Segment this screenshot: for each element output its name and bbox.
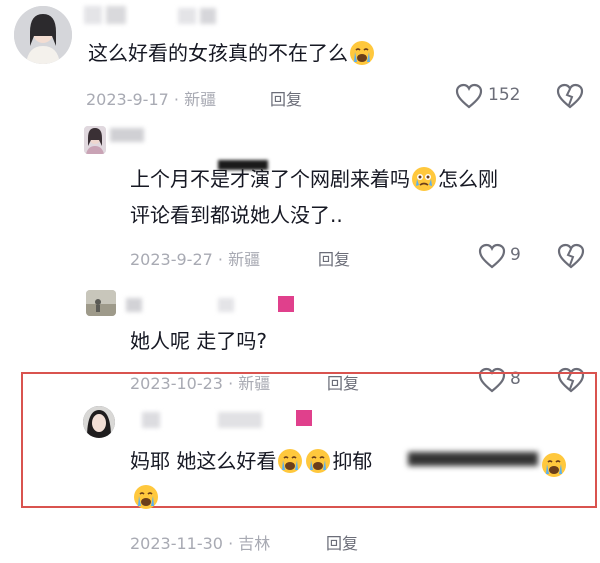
comment-text: 妈耶 她这么好看 抑郁 <box>130 448 373 474</box>
broken-heart-icon[interactable] <box>557 243 585 269</box>
comment-meta: 2023-9-27 · 新疆 <box>130 246 260 270</box>
username-redacted <box>278 296 294 312</box>
meta-separator: · <box>228 534 234 553</box>
comment-text: 这么好看的女孩真的不在了么 <box>88 38 376 68</box>
crying-face-emoji <box>305 448 331 474</box>
username-redacted <box>84 6 102 24</box>
comment-location: 新疆 <box>228 250 261 269</box>
avatar[interactable] <box>84 126 106 154</box>
meta-separator: · <box>217 250 223 269</box>
crying-face-emoji <box>277 448 303 474</box>
avatar[interactable] <box>86 290 116 316</box>
comment-location: 新疆 <box>184 90 217 109</box>
reply-button[interactable]: 回复 <box>326 530 358 554</box>
crying-face-emoji <box>411 166 437 192</box>
username-redacted <box>142 412 160 428</box>
username-redacted <box>218 298 234 312</box>
crying-face-emoji <box>349 40 375 66</box>
text-redaction <box>218 160 268 170</box>
like-count: 152 <box>488 85 521 105</box>
broken-heart-icon[interactable] <box>556 83 584 109</box>
comment-meta: 2023-9-17 · 新疆 <box>86 86 216 110</box>
comment-date: 2023-9-17 <box>86 90 169 109</box>
username-redacted <box>296 410 312 426</box>
meta-separator: · <box>173 90 179 109</box>
username-redacted <box>200 8 216 24</box>
username-redacted <box>126 298 142 312</box>
avatar[interactable] <box>14 6 72 64</box>
heart-outline-icon[interactable] <box>455 83 483 109</box>
avatar[interactable] <box>83 406 115 438</box>
crying-face-emoji <box>541 452 567 478</box>
comment-meta: 2023-11-30 · 吉林 <box>130 530 270 554</box>
comment-date: 2023-9-27 <box>130 250 213 269</box>
username-redacted <box>106 6 126 24</box>
username-redacted <box>110 128 144 142</box>
crying-face-emoji <box>133 484 159 510</box>
reply-button[interactable]: 回复 <box>318 246 350 270</box>
comment-text: 她人呢 走了吗? <box>130 329 267 353</box>
heart-outline-icon[interactable] <box>478 243 506 269</box>
username-redacted <box>218 412 262 428</box>
reply-button[interactable]: 回复 <box>270 86 302 110</box>
comment-date: 2023-11-30 <box>130 534 223 553</box>
comment-location: 吉林 <box>238 534 271 553</box>
username-redacted <box>178 8 196 24</box>
text-redaction <box>408 452 538 466</box>
highlight-box <box>21 372 597 508</box>
like-count: 9 <box>510 245 521 265</box>
comment-text-line2: 评论看到都说她人没了.. <box>130 203 343 227</box>
comment-text: 上个月不是才演了个网剧来着吗 怎么刚 <box>130 166 498 192</box>
